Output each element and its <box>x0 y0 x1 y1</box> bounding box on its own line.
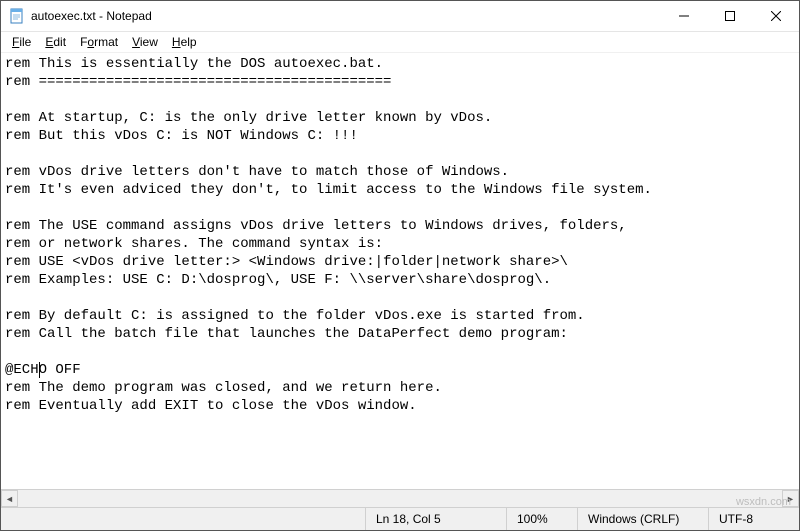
status-line-ending: Windows (CRLF) <box>577 508 708 530</box>
menubar: File Edit Format View Help <box>1 32 799 53</box>
status-cursor-position: Ln 18, Col 5 <box>365 508 506 530</box>
editor-line <box>5 91 795 109</box>
status-encoding: UTF-8 <box>708 508 799 530</box>
menu-help-rest: elp <box>181 35 197 49</box>
editor-line: rem Call the batch file that launches th… <box>5 325 795 343</box>
menu-file[interactable]: File <box>5 33 38 51</box>
menu-format-rest: rmat <box>94 35 118 49</box>
close-button[interactable] <box>753 1 799 31</box>
statusbar: Ln 18, Col 5 100% Windows (CRLF) UTF-8 <box>1 507 799 530</box>
editor-line <box>5 199 795 217</box>
menu-view[interactable]: View <box>125 33 165 51</box>
horizontal-scrollbar[interactable]: ◄ ► <box>1 489 799 507</box>
editor-line: rem USE <vDos drive letter:> <Windows dr… <box>5 253 795 271</box>
editor-line: rem By default C: is assigned to the fol… <box>5 307 795 325</box>
menu-edit[interactable]: Edit <box>38 33 73 51</box>
scroll-track[interactable] <box>18 490 782 507</box>
window-title: autoexec.txt - Notepad <box>31 9 661 23</box>
statusbar-spacer <box>1 508 365 530</box>
editor-line: rem vDos drive letters don't have to mat… <box>5 163 795 181</box>
notepad-window: autoexec.txt - Notepad File Edit Format … <box>0 0 800 531</box>
editor-line <box>5 343 795 361</box>
status-zoom: 100% <box>506 508 577 530</box>
editor-line: rem Eventually add EXIT to close the vDo… <box>5 397 795 415</box>
editor-line: rem The USE command assigns vDos drive l… <box>5 217 795 235</box>
titlebar: autoexec.txt - Notepad <box>1 1 799 32</box>
minimize-button[interactable] <box>661 1 707 31</box>
editor-line: rem This is essentially the DOS autoexec… <box>5 55 795 73</box>
menu-format[interactable]: Format <box>73 33 125 51</box>
editor-line: rem It's even adviced they don't, to lim… <box>5 181 795 199</box>
menu-edit-rest: dit <box>53 35 66 49</box>
editor-line: rem Examples: USE C: D:\dosprog\, USE F:… <box>5 271 795 289</box>
editor-line: rem The demo program was closed, and we … <box>5 379 795 397</box>
editor-line: rem At startup, C: is the only drive let… <box>5 109 795 127</box>
menu-file-rest: ile <box>19 35 31 49</box>
menu-help[interactable]: Help <box>165 33 204 51</box>
scroll-right-arrow-icon[interactable]: ► <box>782 490 799 507</box>
editor-line: rem or network shares. The command synta… <box>5 235 795 253</box>
editor-line: rem ====================================… <box>5 73 795 91</box>
editor-line <box>5 145 795 163</box>
notepad-icon <box>9 8 25 24</box>
window-controls <box>661 1 799 31</box>
menu-view-rest: iew <box>140 35 158 49</box>
editor-line <box>5 289 795 307</box>
text-caret <box>39 362 40 378</box>
scroll-left-arrow-icon[interactable]: ◄ <box>1 490 18 507</box>
text-editor[interactable]: rem This is essentially the DOS autoexec… <box>1 53 799 489</box>
editor-line: rem But this vDos C: is NOT Windows C: !… <box>5 127 795 145</box>
maximize-button[interactable] <box>707 1 753 31</box>
editor-line: @ECHO OFF <box>5 361 795 379</box>
